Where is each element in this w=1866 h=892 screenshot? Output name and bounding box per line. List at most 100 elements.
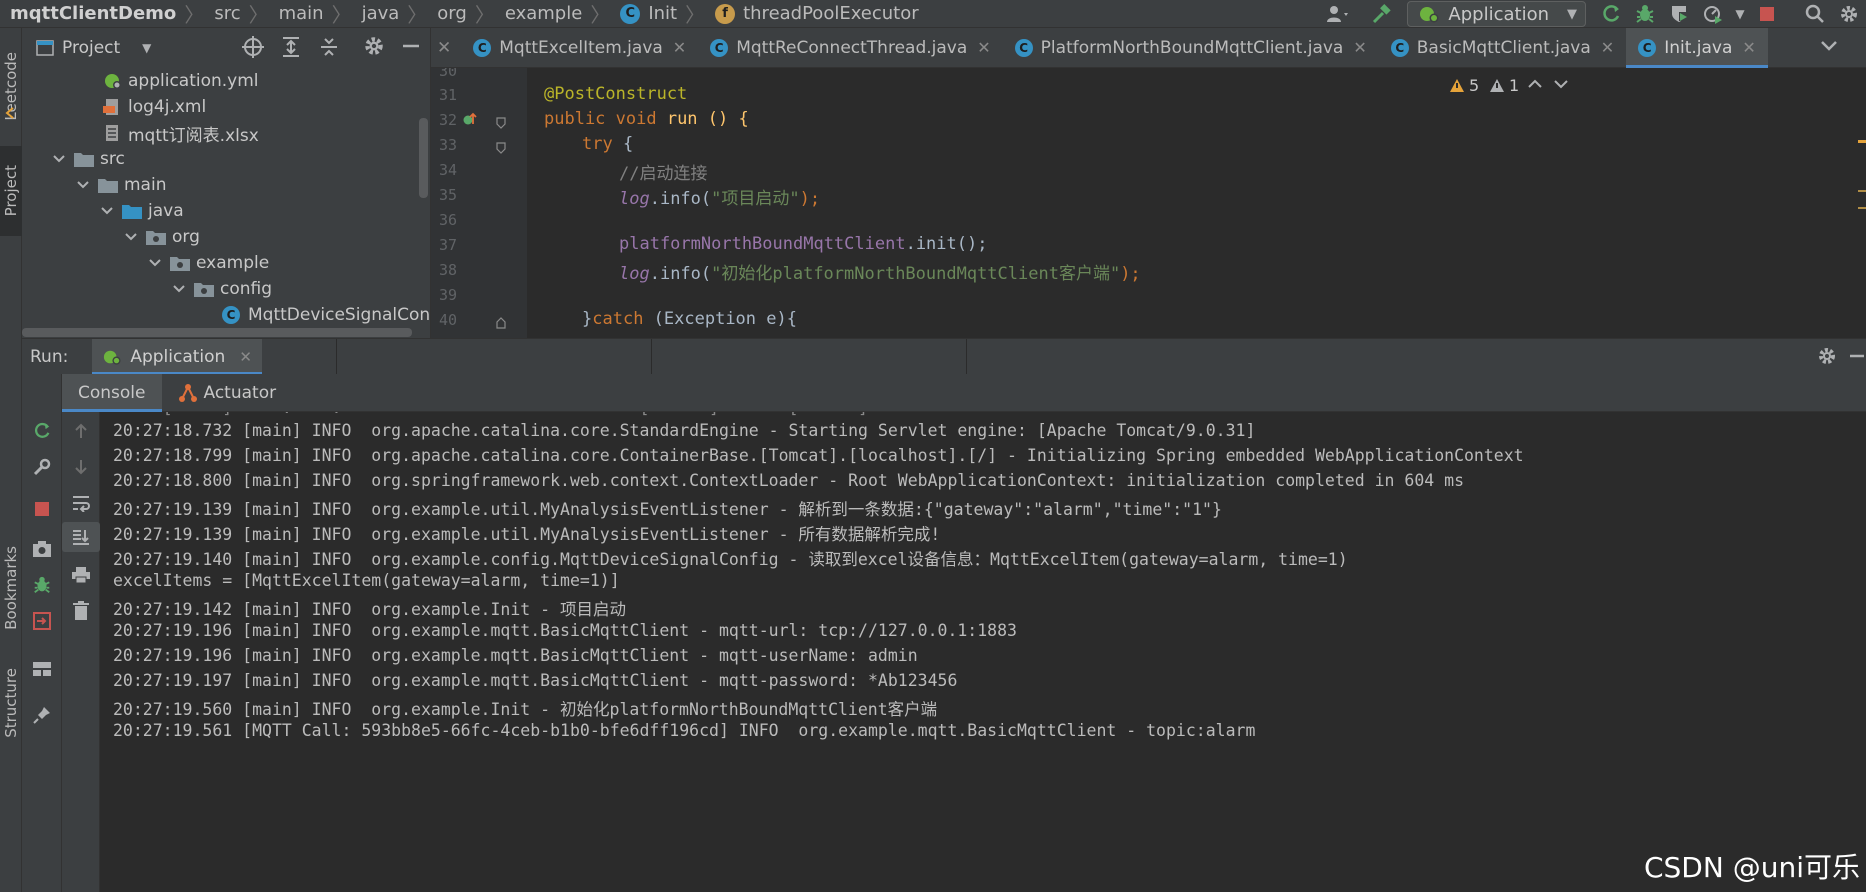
- structure-tool-tab[interactable]: Structure: [0, 658, 22, 748]
- tab-mqtt-reconnect-thread[interactable]: C MqttReConnectThread.java ✕: [698, 28, 1002, 68]
- tree-item-java[interactable]: java: [98, 198, 184, 224]
- soft-wrap-icon[interactable]: [62, 488, 100, 518]
- leetcode-tool-tab[interactable]: Leetcode: [0, 36, 22, 136]
- tree-item-org[interactable]: org: [122, 224, 200, 250]
- code-editor[interactable]: 30 31 32 33 34 35 36 37 38 39 40 @PostCo…: [431, 68, 1866, 338]
- stop-icon[interactable]: [1750, 0, 1784, 28]
- rerun-icon[interactable]: [1594, 0, 1628, 28]
- layout-icon[interactable]: [23, 654, 61, 684]
- scroll-up-icon[interactable]: [62, 416, 100, 446]
- close-icon[interactable]: ✕: [1601, 38, 1614, 57]
- comment-token: //启动连接: [619, 164, 708, 184]
- warnings-indicator[interactable]: 5: [1449, 76, 1479, 95]
- hide-panel-icon[interactable]: [1848, 345, 1866, 372]
- method-token: run () {: [656, 109, 749, 129]
- next-highlight-icon[interactable]: [1553, 76, 1569, 96]
- tree-item-config[interactable]: config: [170, 276, 272, 302]
- fold-marker-icon[interactable]: [495, 114, 507, 134]
- tab-init[interactable]: C Init.java ✕: [1626, 27, 1768, 68]
- tree-item-log4j-xml[interactable]: log4j.xml: [102, 94, 206, 120]
- tree-item-src[interactable]: src: [50, 146, 125, 172]
- close-icon[interactable]: ✕: [673, 38, 686, 57]
- pin-icon[interactable]: [23, 700, 61, 730]
- tree-item-example[interactable]: example: [146, 250, 269, 276]
- close-icon[interactable]: ✕: [239, 348, 252, 366]
- breadcrumb-org[interactable]: org: [429, 0, 473, 28]
- breadcrumb-java[interactable]: java: [354, 0, 406, 28]
- project-horizontal-scrollbar[interactable]: [22, 326, 430, 338]
- tree-item-application-yml[interactable]: application.yml: [102, 68, 259, 94]
- weak-warnings-indicator[interactable]: 1: [1489, 76, 1519, 95]
- tree-item-main[interactable]: main: [74, 172, 166, 198]
- run-configuration-select[interactable]: Application ▼: [1407, 1, 1586, 27]
- locate-target-icon[interactable]: [240, 34, 266, 65]
- rerun-icon[interactable]: [23, 416, 61, 446]
- close-icon[interactable]: ✕: [431, 38, 461, 58]
- debug-icon[interactable]: [1628, 0, 1662, 28]
- tree-item-mqtt-xlsx[interactable]: mqtt订阅表.xlsx: [102, 120, 259, 146]
- tab-actuator[interactable]: Actuator: [162, 374, 293, 412]
- chevron-down-icon[interactable]: [74, 181, 92, 189]
- error-stripe-marker[interactable]: [1858, 190, 1866, 192]
- run-more-dropdown-icon[interactable]: ▼: [1730, 0, 1750, 28]
- trash-icon[interactable]: [62, 596, 100, 626]
- stop-icon[interactable]: [23, 494, 61, 524]
- scroll-down-icon[interactable]: [62, 452, 100, 482]
- keyword-token: try: [582, 134, 613, 154]
- fold-marker-icon[interactable]: [495, 314, 507, 334]
- search-icon[interactable]: [1798, 0, 1832, 28]
- chevron-down-icon[interactable]: [98, 207, 116, 215]
- hide-panel-icon[interactable]: [400, 34, 422, 65]
- project-vertical-scrollbar[interactable]: [419, 118, 428, 198]
- chevron-down-icon[interactable]: [50, 155, 68, 163]
- close-icon[interactable]: ✕: [977, 38, 990, 57]
- breadcrumb-example[interactable]: example: [497, 0, 588, 28]
- tab-mqtt-excel-item[interactable]: C MqttExcelItem.java ✕: [461, 28, 698, 68]
- breadcrumb-separator: 〉: [474, 3, 495, 27]
- settings-gear-icon[interactable]: [1816, 345, 1838, 372]
- settings-gear-icon[interactable]: [1832, 0, 1866, 28]
- tree-item-mqtt-device-signal-config[interactable]: C MqttDeviceSignalConfig: [222, 302, 430, 328]
- breadcrumb-src[interactable]: src: [206, 0, 246, 28]
- wrench-icon[interactable]: [23, 452, 61, 482]
- user-icon[interactable]: [1321, 0, 1355, 28]
- previous-highlight-icon[interactable]: [1527, 76, 1543, 96]
- fold-marker-icon[interactable]: [495, 139, 507, 159]
- tab-console[interactable]: Console: [62, 373, 162, 412]
- line-number: 37: [438, 236, 457, 254]
- breadcrumb-main[interactable]: main: [271, 0, 330, 28]
- exit-icon[interactable]: [23, 606, 61, 636]
- project-tool-tab[interactable]: Project: [0, 146, 22, 236]
- chevron-down-icon[interactable]: [170, 285, 188, 293]
- settings-gear-icon[interactable]: [362, 34, 386, 65]
- print-icon[interactable]: [62, 560, 100, 590]
- scroll-to-end-icon[interactable]: [62, 522, 100, 552]
- close-icon[interactable]: ✕: [1742, 38, 1755, 57]
- build-hammer-icon[interactable]: [1365, 0, 1399, 28]
- close-icon[interactable]: ✕: [1353, 38, 1366, 57]
- breadcrumb-init[interactable]: C Init: [612, 0, 683, 28]
- error-stripe-marker[interactable]: [1858, 207, 1866, 209]
- project-panel-title[interactable]: Project: [62, 38, 120, 58]
- tabs-dropdown-icon[interactable]: [1820, 38, 1838, 58]
- debug-icon[interactable]: [23, 570, 61, 600]
- coverage-icon[interactable]: [1662, 0, 1696, 28]
- bookmarks-tool-tab[interactable]: Bookmarks: [0, 536, 22, 640]
- expand-all-icon[interactable]: [278, 34, 304, 65]
- camera-icon[interactable]: [23, 534, 61, 564]
- breadcrumb-field[interactable]: f threadPoolExecutor: [707, 0, 925, 28]
- line-number: 38: [438, 261, 457, 279]
- override-marker-icon[interactable]: [463, 112, 477, 133]
- chevron-down-icon[interactable]: [146, 259, 164, 267]
- error-stripe-marker[interactable]: [1858, 140, 1866, 143]
- tab-platform-north-bound-mqtt-client[interactable]: C PlatformNorthBoundMqttClient.java ✕: [1003, 28, 1379, 68]
- breadcrumb-project[interactable]: mqttClientDemo: [0, 0, 182, 28]
- console-output[interactable]: [ ] . . [ ] [ ] 20:27:18.732 [main] INFO…: [100, 412, 1866, 892]
- keyword-token: public void: [544, 109, 657, 129]
- collapse-all-icon[interactable]: [316, 34, 342, 65]
- profiler-icon[interactable]: [1696, 0, 1730, 28]
- chevron-down-icon[interactable]: ▼: [142, 41, 151, 55]
- tab-basic-mqtt-client[interactable]: C BasicMqttClient.java ✕: [1379, 28, 1626, 68]
- chevron-down-icon[interactable]: [122, 233, 140, 241]
- run-tab-application[interactable]: Application ✕: [92, 338, 262, 375]
